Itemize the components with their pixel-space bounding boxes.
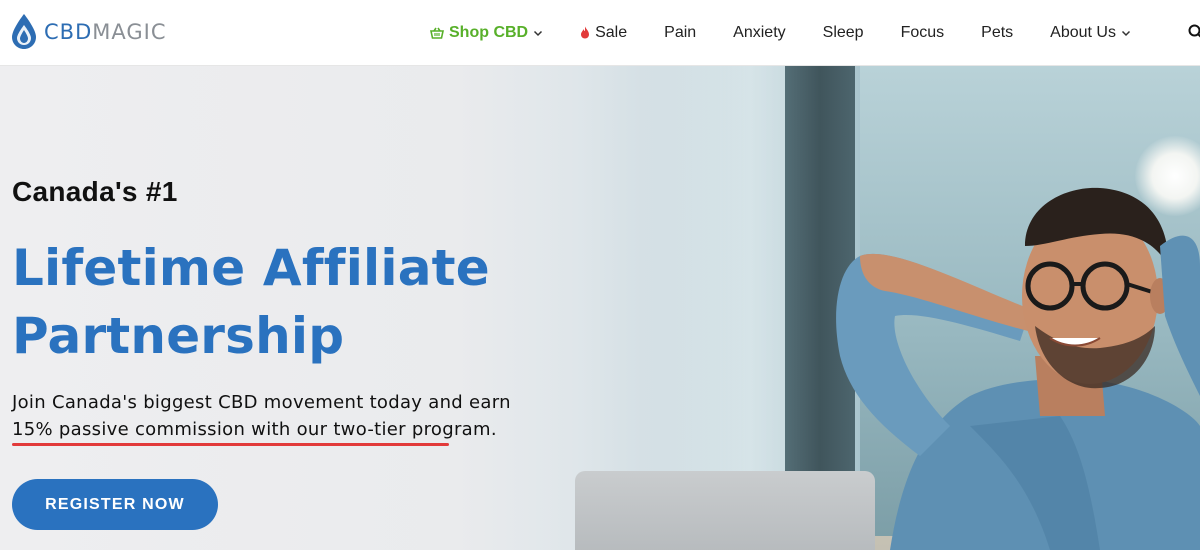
- nav-item-label: Anxiety: [733, 23, 786, 41]
- basket-icon: [430, 27, 444, 39]
- nav-item-label: Shop CBD: [449, 23, 529, 41]
- nav-item-label: Sale: [595, 23, 628, 41]
- hero-headline-line2: Partnership: [12, 307, 345, 365]
- hero-subtext-line1: Join Canada's biggest CBD movement today…: [12, 392, 511, 413]
- nav-item-label: Pets: [981, 23, 1014, 41]
- main-nav: Shop CBD Sale Pain Anxiety Sleep Focus P…: [430, 0, 1168, 65]
- register-now-button[interactable]: REGISTER NOW: [12, 479, 218, 530]
- nav-item-anxiety[interactable]: Anxiety: [733, 24, 785, 42]
- logo-magic-text: MAGIC: [92, 20, 167, 44]
- droplet-logo-icon: [12, 14, 36, 49]
- nav-item-pets[interactable]: Pets: [981, 24, 1013, 42]
- logo[interactable]: CBDMAGIC: [10, 12, 167, 52]
- flame-icon: [581, 26, 590, 39]
- nav-item-pain[interactable]: Pain: [664, 24, 696, 42]
- hero-banner: Canada's #1 Lifetime Affiliate Partnersh…: [0, 66, 1200, 550]
- hero-subtext: Join Canada's biggest CBD movement today…: [12, 389, 612, 443]
- logo-cbd-text: CBD: [44, 20, 93, 44]
- logo-wordmark: CBDMAGIC: [44, 20, 167, 44]
- highlight-underline: [12, 443, 449, 446]
- search-icon[interactable]: [1188, 24, 1200, 40]
- site-header: CBDMAGIC Shop CBD Sale Pain Anxiety Slee…: [0, 0, 1200, 66]
- nav-item-sleep[interactable]: Sleep: [823, 24, 864, 42]
- nav-item-label: Pain: [664, 23, 697, 41]
- nav-item-shop-cbd[interactable]: Shop CBD: [430, 24, 543, 42]
- nav-item-label: About Us: [1050, 23, 1116, 41]
- chevron-down-icon: [534, 30, 543, 36]
- hero-subtext-line2: 15% passive commission with our two-tier…: [12, 419, 497, 440]
- hero-eyebrow: Canada's #1: [12, 176, 178, 207]
- nav-item-sale[interactable]: Sale: [580, 24, 627, 42]
- chevron-down-icon: [1121, 30, 1130, 36]
- nav-item-label: Sleep: [822, 23, 864, 41]
- hero-headline: Lifetime Affiliate Partnership: [12, 234, 572, 370]
- hero-headline-line1: Lifetime Affiliate: [12, 239, 490, 297]
- nav-item-about-us[interactable]: About Us: [1050, 24, 1131, 42]
- laptop-image: [575, 471, 875, 550]
- nav-item-label: Focus: [900, 23, 945, 41]
- nav-item-focus[interactable]: Focus: [901, 24, 945, 42]
